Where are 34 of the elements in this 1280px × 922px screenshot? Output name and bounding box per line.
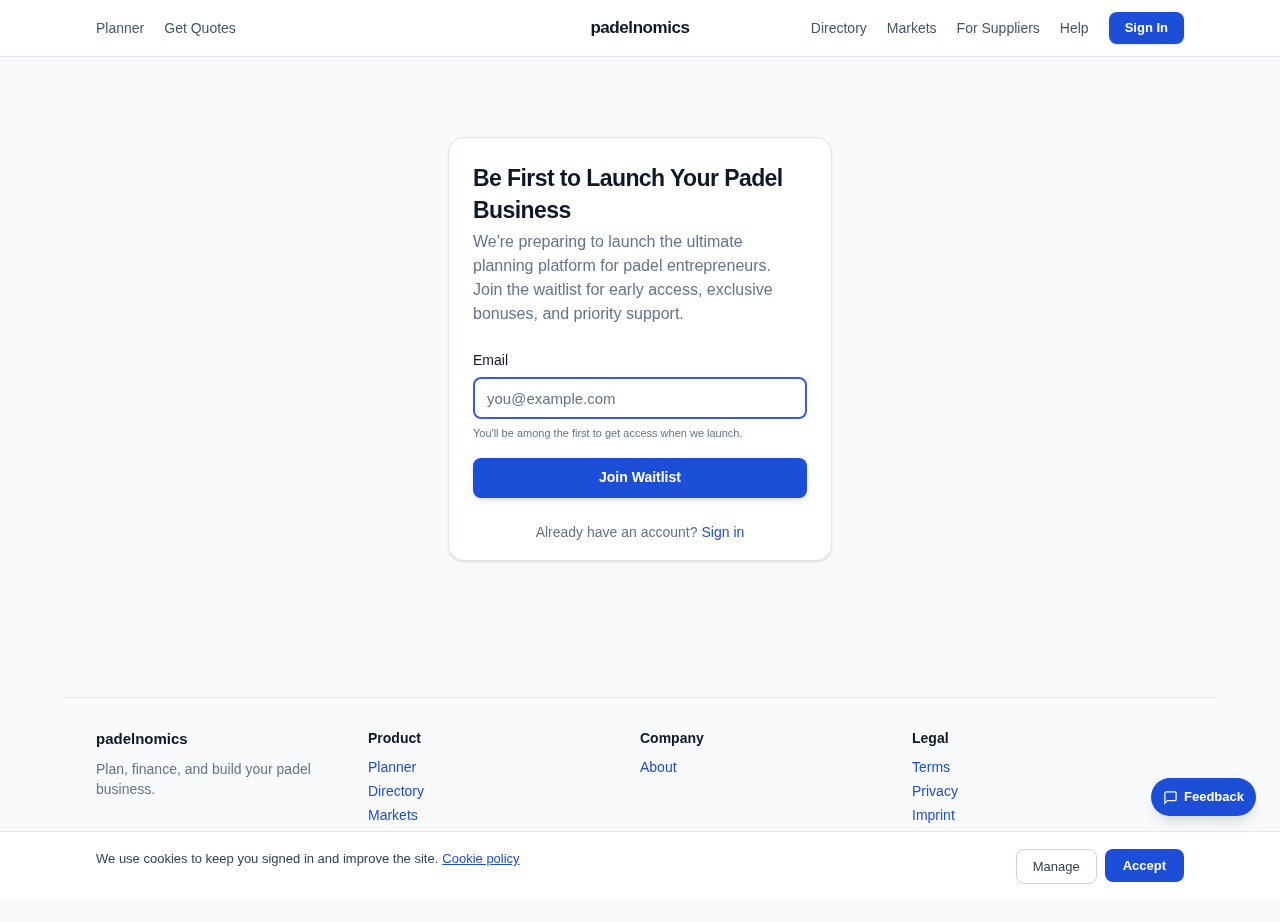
feedback-button[interactable]: Feedback [1151, 778, 1256, 816]
email-hint: You'll be among the first to get access when we launch. [473, 426, 744, 441]
join-waitlist-button[interactable]: Join Waitlist [473, 457, 807, 498]
footer-tagline: Plan, finance, and build your padel business. [96, 759, 312, 799]
footer-link[interactable]: Directory [368, 781, 424, 801]
footer-link[interactable]: Privacy [912, 781, 958, 801]
footer-link[interactable]: Markets [368, 805, 418, 825]
nav-link[interactable]: Planner [96, 17, 145, 39]
footer-heading: Product [368, 729, 422, 748]
email-label: Email [473, 351, 509, 370]
cookie-policy-link[interactable]: Cookie policy [442, 849, 520, 869]
accept-button[interactable]: Accept [1104, 849, 1184, 882]
logo[interactable]: padelnomics [590, 15, 690, 41]
footer-logo: padelnomics [96, 729, 189, 749]
email-field[interactable]: you@example.com [473, 377, 807, 419]
nav-link[interactable]: Help [1059, 17, 1089, 39]
card-title: Be First to Launch Your Padel Business [473, 164, 784, 225]
cookie-notice: We use cookies to keep you signed in and improve the site. [96, 850, 439, 868]
account-prompt: Already have an account? [535, 522, 698, 542]
footer-link[interactable]: Imprint [912, 805, 955, 825]
sign-in-link[interactable]: Sign in [701, 521, 745, 543]
footer-heading: Legal [912, 729, 950, 748]
nav-link[interactable]: Get Quotes [164, 17, 236, 39]
footer-link[interactable]: About [640, 757, 677, 777]
nav-link[interactable]: Directory [810, 17, 867, 39]
chat-bubble-icon [1163, 789, 1178, 805]
footer-link[interactable]: Planner [368, 757, 417, 777]
nav-link[interactable]: Markets [886, 17, 937, 39]
footer-heading: Company [640, 729, 705, 748]
manage-button[interactable]: Manage [1015, 849, 1097, 884]
sign-in-button[interactable]: Sign In [1108, 12, 1184, 44]
footer-link[interactable]: Terms [912, 757, 951, 777]
card-description: We're preparing to launch the ultimate planning platform for padel entrepreneurs. Join the waitlist for early access, exclusive bonuses, and priority support. [473, 232, 774, 324]
nav-link[interactable]: For Suppliers [956, 17, 1040, 39]
